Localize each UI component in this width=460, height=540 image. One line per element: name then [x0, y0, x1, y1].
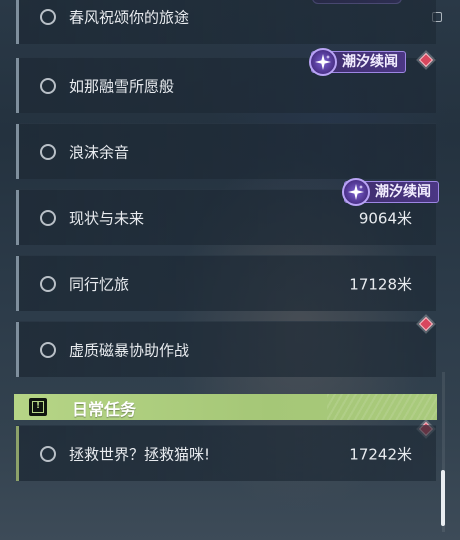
quest-title: 如那融雪所愿般	[69, 77, 175, 95]
section-title: 日常任务	[72, 400, 137, 419]
quest-accent-bar	[16, 58, 19, 113]
quest-distance: 9064米	[358, 209, 412, 227]
quest-card[interactable]: 虚质磁暴协助作战	[16, 321, 436, 377]
quest-list: 春风祝颂你的旅途 如那融雪所愿般 浪沫余音 现状与未来 9064米 同行忆旅 1…	[0, 0, 460, 540]
quest-accent-bar	[16, 124, 19, 179]
sparkle-icon	[342, 178, 370, 206]
quest-title: 浪沫余音	[69, 143, 130, 161]
tide-badge-label: 潮汐续闻	[375, 184, 431, 200]
quest-card[interactable]: 春风祝颂你的旅途	[16, 0, 436, 44]
scrollbar-thumb[interactable]	[441, 470, 445, 526]
quest-title: 拯救世界？拯救猫咪!	[69, 445, 211, 463]
tide-event-badge: 潮汐续闻	[309, 48, 406, 76]
quest-title: 现状与未来	[69, 209, 145, 227]
quest-title: 同行忆旅	[69, 275, 130, 293]
tide-event-badge: 潮汐续闻	[342, 178, 439, 206]
quest-card-daily[interactable]: 拯救世界？拯救猫咪! 17242米	[16, 425, 436, 481]
quest-accent-bar	[16, 322, 19, 377]
circle-status-icon	[40, 445, 56, 462]
sparkle-icon	[309, 48, 337, 76]
circle-status-icon	[40, 143, 56, 160]
quest-distance: 17128米	[349, 275, 412, 293]
alert-icon: !	[29, 398, 47, 416]
circle-status-icon	[40, 275, 56, 292]
quest-accent-bar	[16, 190, 19, 245]
quest-card[interactable]: 同行忆旅 17128米	[16, 255, 436, 311]
quest-title: 春风祝颂你的旅途	[69, 8, 190, 26]
circle-status-icon	[40, 8, 56, 25]
quest-accent-bar	[16, 0, 19, 44]
quest-title: 虚质磁暴协助作战	[69, 341, 190, 359]
circle-status-icon	[40, 77, 56, 94]
daily-section-header: ! 日常任务	[14, 394, 437, 420]
header-decoration	[327, 394, 437, 420]
quest-accent-bar	[16, 426, 19, 481]
quest-distance: 17242米	[349, 445, 412, 463]
circle-status-icon	[40, 341, 56, 358]
tide-badge-label: 潮汐续闻	[342, 54, 398, 70]
circle-status-icon	[40, 209, 56, 226]
quest-accent-bar	[16, 256, 19, 311]
quest-card[interactable]: 浪沫余音	[16, 123, 436, 179]
